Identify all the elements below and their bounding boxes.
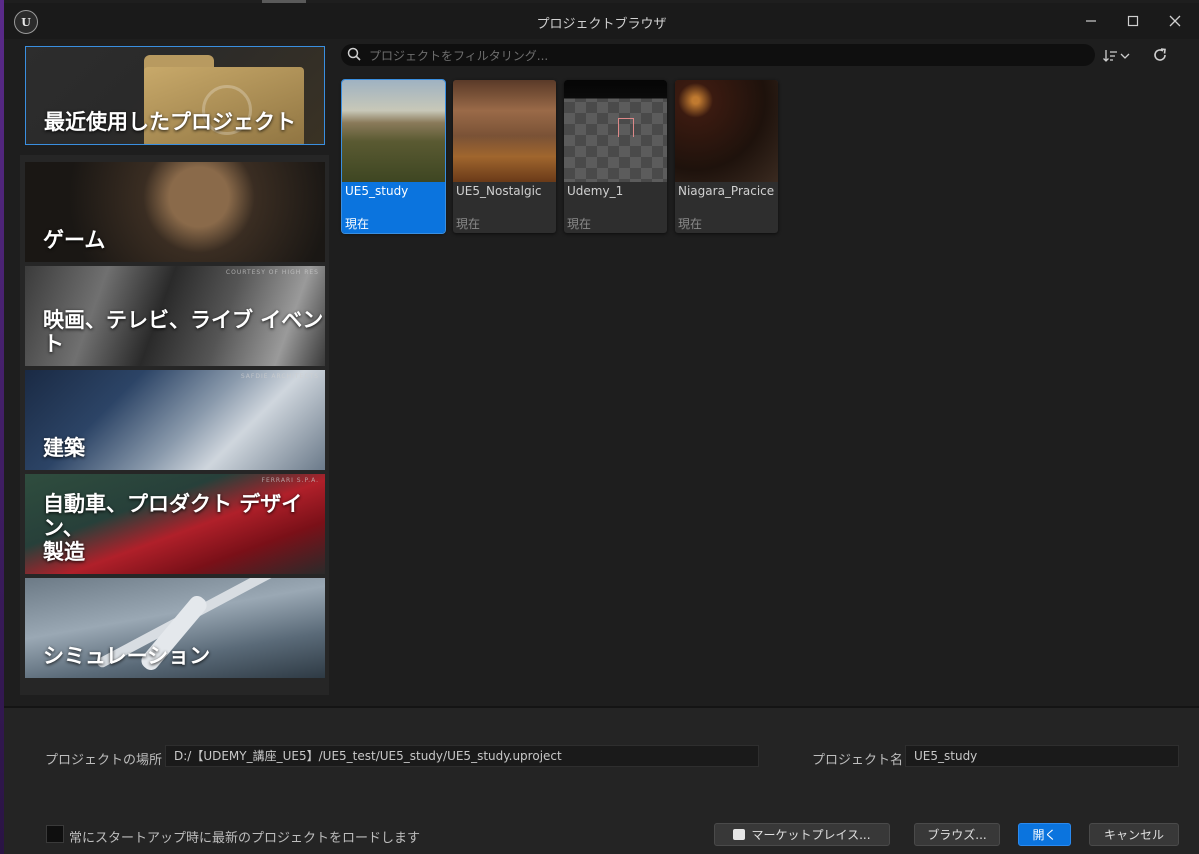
category-game[interactable]: ゲーム [25, 162, 325, 262]
project-location-label: プロジェクトの場所 [45, 753, 163, 768]
project-status: 現在 [567, 217, 592, 231]
category-automotive-product-design[interactable]: FERRARI S.P.A. 自動車、プロダクト デザイン、 製造 [25, 474, 325, 574]
image-credit: FERRARI S.P.A. [261, 477, 319, 484]
cancel-button-label: キャンセル [1103, 828, 1164, 842]
project-status: 現在 [345, 217, 370, 231]
project-status: 現在 [456, 217, 481, 231]
project-thumbnail [675, 80, 778, 182]
minimize-button[interactable] [1076, 9, 1106, 33]
door-frame-object [618, 118, 634, 137]
category-label: ゲーム [43, 228, 106, 252]
cancel-button[interactable]: キャンセル [1089, 823, 1179, 846]
marketplace-button[interactable]: マーケットプレイス... [714, 823, 890, 846]
project-name-field[interactable]: UE5_study [905, 745, 1179, 767]
project-filter-input[interactable] [367, 46, 1071, 66]
project-tile[interactable]: UE5_Nostalgic 現在 [453, 80, 556, 233]
category-simulation[interactable]: シミュレーション [25, 578, 325, 678]
title-bar: U プロジェクトブラウザ [4, 3, 1199, 39]
close-button[interactable] [1160, 9, 1190, 33]
category-label: 建築 [43, 436, 85, 460]
category-label-line1: 自動車、プロダクト デザイン、 [43, 492, 303, 540]
refresh-button[interactable] [1150, 44, 1170, 66]
always-load-last-project-label: 常にスタートアップ時に最新のプロジェクトをロードします [69, 831, 421, 846]
category-label-line2: 製造 [43, 540, 85, 564]
category-label: シミュレーション [43, 644, 211, 668]
chevron-down-icon [1120, 53, 1130, 59]
project-name: Niagara_Pracice [678, 184, 775, 198]
category-architecture[interactable]: SAFDIE ARCHITECTS 建築 [25, 370, 325, 470]
project-name-label: プロジェクト名 [812, 753, 904, 768]
project-filter-bar [341, 44, 1095, 66]
category-film-tv-live-events[interactable]: COURTESY OF HIGH RES 映画、テレビ、ライブ イベント [25, 266, 325, 366]
open-button-label: 開く [1032, 828, 1057, 842]
search-icon [347, 47, 361, 61]
always-load-last-project-checkbox[interactable] [46, 825, 64, 843]
window-title: プロジェクトブラウザ [536, 17, 667, 32]
project-tile[interactable]: UE5_study 現在 [341, 79, 446, 234]
sort-dropdown-button[interactable] [1102, 46, 1138, 66]
project-name: Udemy_1 [567, 184, 624, 198]
close-icon [1169, 15, 1181, 27]
maximize-icon [1127, 15, 1139, 27]
category-label: 最近使用したプロジェクト [44, 110, 296, 134]
minimize-icon [1086, 20, 1096, 22]
project-tile[interactable]: Niagara_Pracice 現在 [675, 80, 778, 233]
project-location-field[interactable]: D:/【UDEMY_講座_UE5】/UE5_test/UE5_study/UE5… [165, 745, 759, 767]
project-name: UE5_study [345, 184, 409, 198]
refresh-icon [1154, 48, 1166, 61]
browse-button[interactable]: ブラウズ... [914, 823, 1000, 846]
project-thumbnail [564, 80, 667, 182]
shopping-bag-icon [733, 829, 746, 840]
maximize-button[interactable] [1118, 9, 1148, 33]
category-label: 自動車、プロダクト デザイン、 製造 [43, 492, 325, 564]
browse-button-label: ブラウズ... [927, 828, 987, 842]
category-recent-projects[interactable]: 最近使用したプロジェクト [25, 46, 325, 145]
image-credit: SAFDIE ARCHITECTS [240, 373, 319, 380]
project-tile[interactable]: Udemy_1 現在 [564, 80, 667, 233]
open-button[interactable]: 開く [1018, 823, 1071, 846]
project-thumbnail [453, 80, 556, 182]
project-thumbnail [342, 80, 445, 182]
project-name: UE5_Nostalgic [456, 184, 542, 198]
category-label: 映画、テレビ、ライブ イベント [43, 308, 324, 356]
project-status: 現在 [678, 217, 703, 231]
marketplace-button-label: マーケットプレイス... [751, 828, 871, 842]
sort-icon [1103, 50, 1117, 62]
image-credit: COURTESY OF HIGH RES [225, 269, 319, 276]
